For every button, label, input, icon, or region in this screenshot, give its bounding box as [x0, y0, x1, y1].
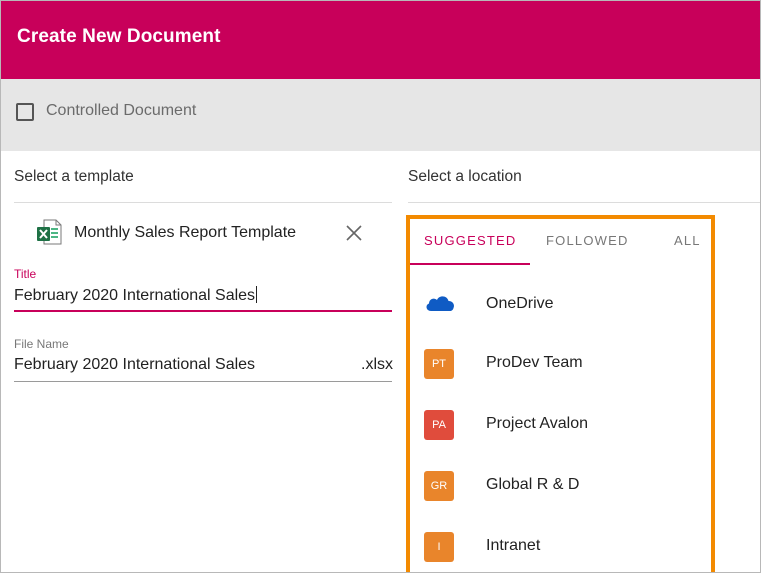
- location-initials-badge: I: [424, 532, 454, 562]
- select-template-heading: Select a template: [14, 168, 134, 185]
- title-field-underline: [14, 310, 392, 312]
- template-name: Monthly Sales Report Template: [74, 224, 297, 241]
- selected-template[interactable]: Monthly Sales Report Template: [35, 217, 375, 249]
- template-divider: [14, 202, 392, 203]
- location-item-prodev-team[interactable]: PT ProDev Team: [410, 340, 711, 390]
- controlled-document-checkbox[interactable]: [16, 103, 34, 121]
- location-name: Intranet: [486, 537, 541, 554]
- location-item-onedrive[interactable]: OneDrive: [410, 281, 711, 331]
- location-item-intranet[interactable]: I Intranet: [410, 523, 711, 572]
- title-field-label: Title: [14, 267, 37, 281]
- location-name: Global R & D: [486, 476, 580, 493]
- excel-file-icon: [37, 219, 62, 245]
- location-item-global-r-and-d[interactable]: GR Global R & D: [410, 462, 711, 512]
- tab-suggested[interactable]: SUGGESTED: [424, 233, 516, 248]
- location-initials-badge: PT: [424, 349, 454, 379]
- location-picker-highlight: [406, 215, 715, 572]
- dialog-title: Create New Document: [17, 26, 221, 47]
- location-item-project-avalon[interactable]: PA Project Avalon: [410, 401, 711, 451]
- text-caret: [256, 286, 258, 303]
- location-initials-badge: GR: [424, 471, 454, 501]
- location-initials-badge: PA: [424, 410, 454, 440]
- onedrive-cloud-icon: [426, 296, 454, 311]
- file-extension: .xlsx: [361, 356, 393, 373]
- tab-all[interactable]: ALL: [674, 233, 701, 248]
- create-document-dialog: Create New Document Controlled Document …: [0, 0, 761, 573]
- title-field-value: February 2020 International Sales: [14, 287, 256, 304]
- close-icon[interactable]: [345, 224, 363, 242]
- title-field[interactable]: February 2020 International Sales: [14, 286, 258, 305]
- location-divider: [408, 202, 760, 203]
- filename-field-label: File Name: [14, 337, 69, 351]
- location-name: ProDev Team: [486, 354, 583, 371]
- location-name: Project Avalon: [486, 415, 588, 432]
- select-location-heading: Select a location: [408, 168, 522, 185]
- filename-field[interactable]: February 2020 International Sales: [14, 356, 255, 374]
- controlled-document-label[interactable]: Controlled Document: [46, 102, 196, 120]
- location-name: OneDrive: [486, 295, 554, 312]
- dialog-header: Create New Document: [1, 1, 760, 79]
- tab-followed[interactable]: FOLLOWED: [546, 233, 629, 248]
- filename-field-underline: [14, 381, 392, 382]
- active-tab-indicator: [410, 263, 530, 265]
